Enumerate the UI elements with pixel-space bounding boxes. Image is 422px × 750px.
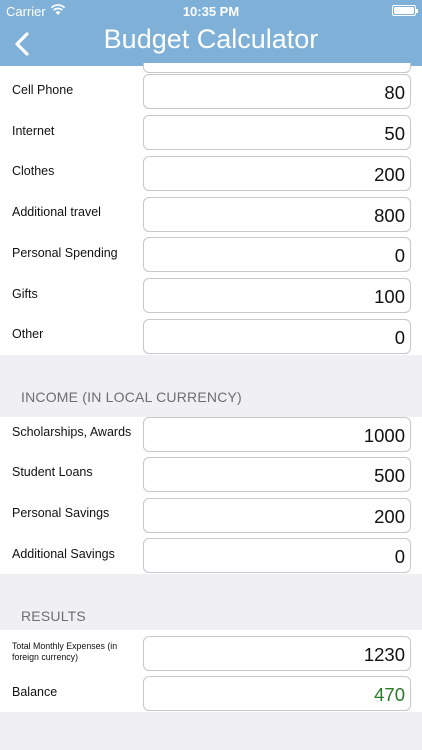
cell-phone-label: Cell Phone (12, 83, 74, 97)
previous-field[interactable] (143, 63, 411, 73)
battery-icon (392, 5, 418, 16)
gifts-field[interactable]: 100 (143, 278, 411, 313)
internet-label: Internet (12, 124, 55, 138)
cell-phone-field[interactable]: 80 (143, 74, 411, 109)
balance-label: Balance (12, 685, 58, 699)
nav-bar: Carrier 10:35 PM Budget Calculator (0, 0, 422, 66)
personal-spending-field[interactable]: 0 (143, 237, 411, 272)
additional-savings-label: Additional Savings (12, 547, 115, 561)
personal-savings-label: Personal Savings (12, 506, 110, 520)
clothes-field[interactable]: 200 (143, 156, 411, 191)
results-section-header: RESULTS (21, 608, 86, 624)
other-label: Other (12, 327, 44, 341)
personal-savings-field[interactable]: 200 (143, 498, 411, 533)
expenses-section: Cell Phone 80 Internet 50 Clothes 200 Ad… (0, 63, 422, 355)
balance-field[interactable]: 470 (143, 676, 411, 711)
student-loans-label: Student Loans (12, 465, 93, 479)
additional-travel-label: Additional travel (12, 205, 101, 219)
scholarships-label: Scholarships, Awards (12, 425, 132, 439)
student-loans-field[interactable]: 500 (143, 457, 411, 492)
internet-field[interactable]: 50 (143, 115, 411, 150)
clothes-label: Clothes (12, 164, 55, 178)
additional-travel-field[interactable]: 800 (143, 197, 411, 232)
gifts-label: Gifts (12, 287, 38, 301)
income-section-header: INCOME (IN LOCAL CURRENCY) (21, 389, 242, 405)
additional-savings-field[interactable]: 0 (143, 538, 411, 573)
scholarships-field[interactable]: 1000 (143, 417, 411, 452)
status-bar: Carrier 10:35 PM (0, 0, 422, 22)
page-title: Budget Calculator (103, 24, 319, 54)
total-monthly-expenses-field[interactable]: 1230 (143, 636, 411, 671)
personal-spending-label: Personal Spending (12, 246, 118, 260)
other-field[interactable]: 0 (143, 319, 411, 354)
total-monthly-expenses-label: Total Monthly Expenses (in foreign curre… (12, 641, 118, 662)
income-section: Scholarships, Awards 1000 Student Loans … (0, 417, 422, 574)
results-section: Total Monthly Expenses (in foreign curre… (0, 630, 422, 712)
status-time: 10:35 PM (182, 4, 240, 19)
